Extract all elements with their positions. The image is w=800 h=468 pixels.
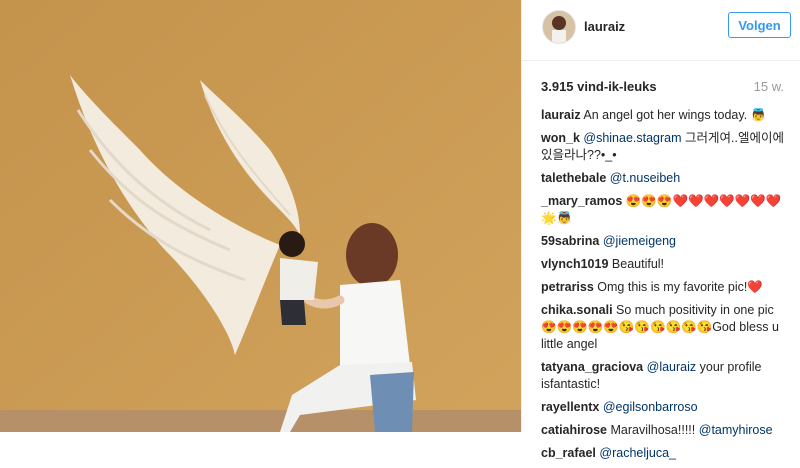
post-header: lauraiz Volgen bbox=[522, 0, 800, 61]
comment-username[interactable]: tatyana_graciova bbox=[541, 360, 643, 374]
comment-username[interactable]: rayellentx bbox=[541, 400, 599, 414]
comment-mention[interactable]: @jiemeigeng bbox=[603, 234, 676, 248]
list-item: won_k @shinae.stagram 그러게여..엘에이에 있을라나??•… bbox=[541, 130, 789, 164]
comment-username[interactable]: lauraiz bbox=[541, 108, 581, 122]
comment-mention[interactable]: @tamyhirose bbox=[699, 423, 773, 437]
list-item: petrariss Omg this is my favorite pic!❤️ bbox=[541, 279, 789, 296]
comment-username[interactable]: petrariss bbox=[541, 280, 594, 294]
post-photo[interactable] bbox=[0, 0, 521, 432]
comment-text: Beautiful! bbox=[611, 257, 665, 271]
like-count[interactable]: 3.915 vind-ik-leuks bbox=[541, 79, 657, 94]
likes-row: 3.915 vind-ik-leuks 15 w. bbox=[541, 79, 792, 97]
list-item: chika.sonali So much positivity in one p… bbox=[541, 302, 789, 353]
comment-mention[interactable]: @shinae.stagram bbox=[583, 131, 681, 145]
comment-username[interactable]: vlynch1019 bbox=[541, 257, 608, 271]
comment-text: Omg this is my favorite pic!❤️ bbox=[597, 280, 763, 294]
post-details-panel: lauraiz Volgen 3.915 vind-ik-leuks 15 w.… bbox=[521, 0, 800, 460]
comment-username[interactable]: catiahirose bbox=[541, 423, 607, 437]
comment-text: An angel got her wings today. 👼 bbox=[583, 108, 767, 122]
list-item: catiahirose Maravilhosa!!!!! @tamyhirose bbox=[541, 422, 789, 439]
comment-list: lauraiz An angel got her wings today. 👼 … bbox=[541, 107, 789, 468]
follow-button[interactable]: Volgen bbox=[728, 12, 791, 38]
list-item: 59sabrina @jiemeigeng bbox=[541, 233, 789, 250]
list-item: tatyana_graciova @lauraiz your profile i… bbox=[541, 359, 789, 393]
avatar-image bbox=[543, 11, 575, 43]
comment-mention[interactable]: @egilsonbarroso bbox=[603, 400, 698, 414]
comment-username[interactable]: won_k bbox=[541, 131, 580, 145]
comment-mention[interactable]: @racheljuca_ bbox=[599, 446, 676, 460]
list-item: _mary_ramos 😍😍😍❤️❤️❤️❤️❤️❤️❤️🌟👼 bbox=[541, 193, 789, 227]
post-photo-illustration bbox=[0, 0, 521, 432]
list-item: talethebale @t.nuseibeh bbox=[541, 170, 789, 187]
comment-username[interactable]: chika.sonali bbox=[541, 303, 613, 317]
list-item: cb_rafael @racheljuca_ bbox=[541, 445, 789, 462]
comment-username[interactable]: 59sabrina bbox=[541, 234, 599, 248]
comment-mention[interactable]: @lauraiz bbox=[647, 360, 697, 374]
comment-username[interactable]: cb_rafael bbox=[541, 446, 596, 460]
comment-username[interactable]: _mary_ramos bbox=[541, 194, 622, 208]
comment-mention[interactable]: @t.nuseibeh bbox=[610, 171, 680, 185]
comment-text: Maravilhosa!!!!! bbox=[610, 423, 696, 437]
post-timestamp[interactable]: 15 w. bbox=[754, 79, 784, 94]
list-item: vlynch1019 Beautiful! bbox=[541, 256, 789, 273]
avatar[interactable] bbox=[542, 10, 576, 44]
list-item: rayellentx @egilsonbarroso bbox=[541, 399, 789, 416]
comment-username[interactable]: talethebale bbox=[541, 171, 606, 185]
post-username[interactable]: lauraiz bbox=[584, 19, 625, 34]
list-item: lauraiz An angel got her wings today. 👼 bbox=[541, 107, 789, 124]
